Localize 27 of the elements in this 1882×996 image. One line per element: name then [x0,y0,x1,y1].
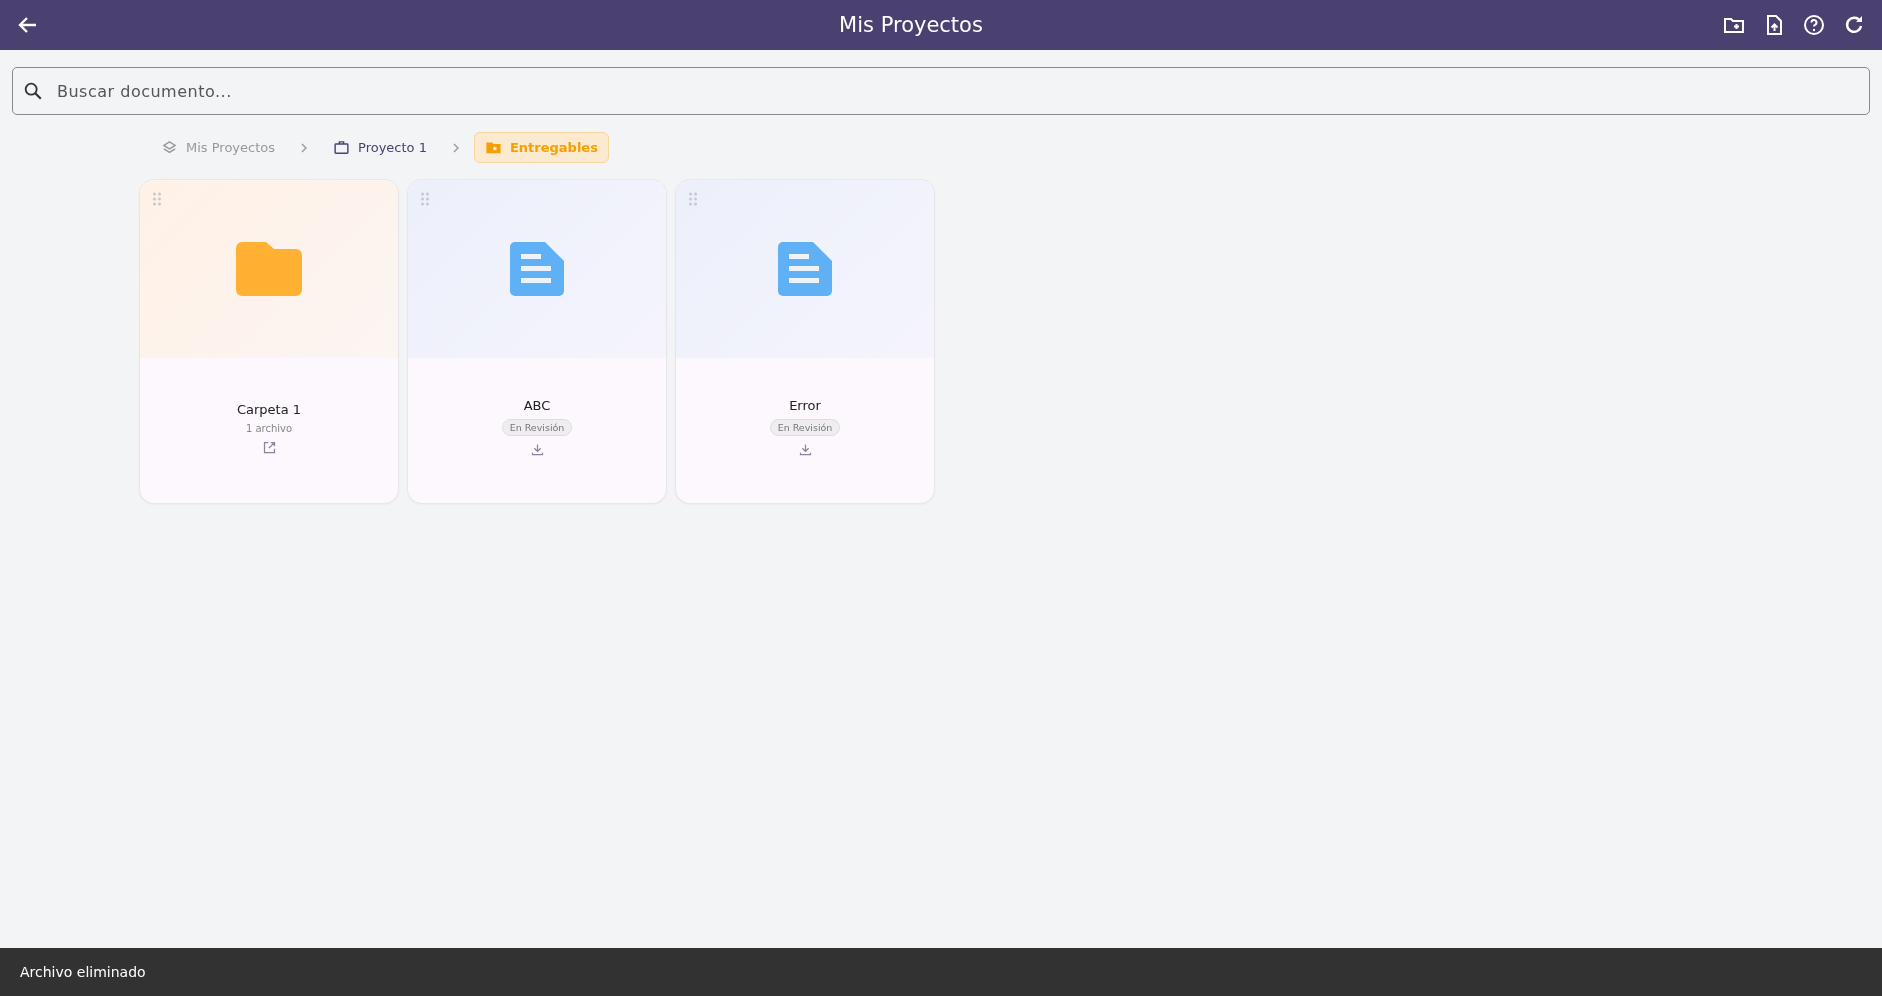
search-field[interactable]: Buscar documento... [12,67,1870,115]
folder-card[interactable]: Carpeta 1 1 archivo [140,180,398,503]
chevron-icon [300,142,309,153]
document-icon [510,242,564,296]
help-icon[interactable] [1802,13,1826,37]
drag-handle-icon[interactable] [152,192,162,206]
page-title: Mis Proyectos [838,13,984,37]
status-chip: En Revisión [501,419,573,436]
download-icon[interactable] [529,442,545,457]
download-icon[interactable] [797,442,813,457]
file-count: 1 archivo [245,423,293,434]
item-name: Carpeta 1 [236,402,302,417]
snackbar-message: Archivo eliminado [20,964,146,980]
item-name: Error [789,398,821,413]
item-name: ABC [523,398,551,413]
chevron-icon [451,142,460,153]
drag-handle-icon[interactable] [688,192,698,206]
open-external-icon[interactable] [261,440,277,455]
briefcase-icon [333,139,351,156]
folder-icon [236,242,302,296]
document-icon [778,242,832,296]
document-card[interactable]: Error En Revisión [676,180,934,503]
layers-icon [161,139,178,156]
document-card[interactable]: ABC En Revisión [408,180,666,503]
drag-handle-icon[interactable] [420,192,430,206]
status-chip: En Revisión [769,419,841,436]
breadcrumb-item[interactable]: Proyecto 1 [322,132,438,163]
